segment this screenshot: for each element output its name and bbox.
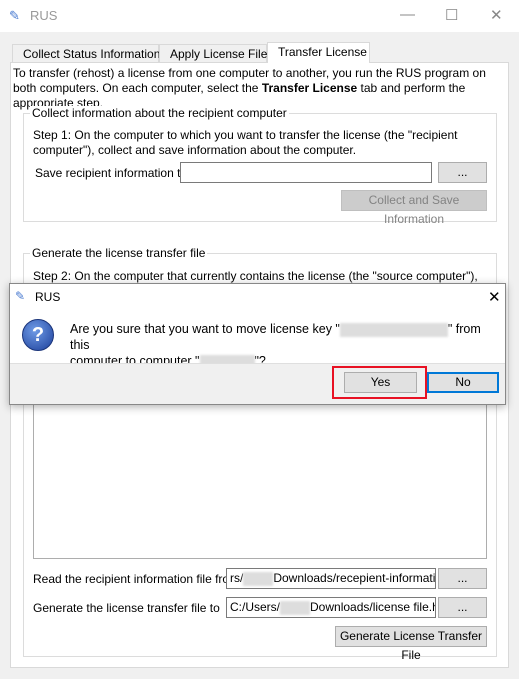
no-button[interactable]: No — [427, 372, 499, 393]
title-bar: ✎ RUS — ☐ ✕ — [0, 0, 519, 32]
collect-group: Collect information about the recipient … — [23, 106, 497, 226]
gen-file-input[interactable]: C:/Users/Downloads/license file.h2h — [226, 597, 436, 618]
yes-button[interactable]: Yes — [344, 372, 417, 393]
intro-text: To transfer (rehost) a license from one … — [13, 66, 486, 110]
license-list[interactable] — [33, 399, 487, 559]
save-recipient-input[interactable] — [180, 162, 432, 183]
gen-label: Generate the license transfer file to — [33, 601, 220, 615]
dialog-app-icon: ✎ — [15, 289, 26, 303]
minimize-button[interactable]: — — [400, 6, 415, 23]
dialog-button-bar: Yes No — [10, 363, 505, 404]
gen-browse-button[interactable]: ... — [438, 597, 487, 618]
dialog-close-button[interactable]: ✕ — [488, 288, 501, 306]
save-browse-button[interactable]: ... — [438, 162, 487, 183]
app-icon: ✎ — [9, 8, 20, 23]
tab-transfer-license[interactable]: Transfer License — [267, 42, 370, 63]
tab-apply-license[interactable]: Apply License File — [159, 44, 267, 63]
close-button[interactable]: ✕ — [490, 6, 503, 24]
generate-legend: Generate the license transfer file — [30, 246, 208, 260]
read-file-input[interactable]: rs/Downloads/recepient-information.id — [226, 568, 436, 589]
generate-transfer-button[interactable]: Generate License Transfer File — [335, 626, 487, 662]
save-label: Save recipient information to — [35, 166, 188, 180]
dialog-message: Are you sure that you want to move licen… — [70, 322, 481, 369]
tab-collect-status[interactable]: Collect Status Information — [12, 44, 160, 63]
maximize-button[interactable]: ☐ — [445, 6, 458, 24]
collect-legend: Collect information about the recipient … — [30, 106, 289, 120]
collect-save-button[interactable]: Collect and Save Information — [341, 190, 487, 226]
window-title: RUS — [30, 8, 58, 23]
step1-text: Step 1: On the computer to which you wan… — [33, 128, 458, 157]
read-label: Read the recipient information file from — [33, 572, 240, 586]
read-browse-button[interactable]: ... — [438, 568, 487, 589]
dialog-title: RUS — [35, 290, 61, 304]
question-icon: ? — [22, 319, 54, 351]
confirm-dialog: ✎ RUS ✕ ? Are you sure that you want to … — [9, 283, 506, 405]
